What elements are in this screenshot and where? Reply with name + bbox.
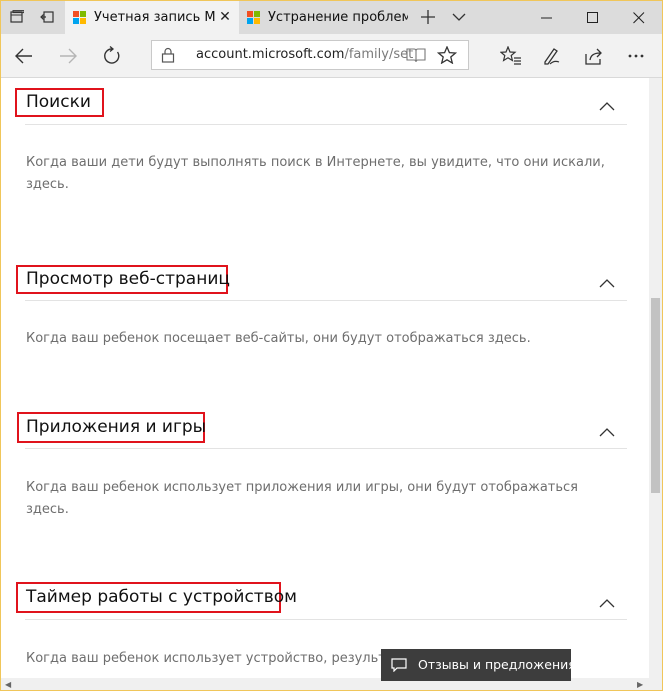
section-title: Поиски bbox=[26, 92, 91, 112]
set-aside-tabs-icon[interactable] bbox=[33, 1, 61, 34]
close-icon[interactable] bbox=[616, 1, 662, 34]
url-text: account.microsoft.com/family/set bbox=[196, 47, 414, 62]
chevron-up-icon[interactable] bbox=[599, 598, 615, 608]
address-bar[interactable]: account.microsoft.com/family/set bbox=[151, 40, 469, 70]
scroll-left-icon[interactable]: ◀ bbox=[5, 680, 11, 689]
chevron-up-icon[interactable] bbox=[599, 101, 615, 111]
chevron-up-icon[interactable] bbox=[599, 278, 615, 288]
back-icon[interactable] bbox=[7, 39, 41, 73]
maximize-icon[interactable] bbox=[570, 1, 616, 34]
navigation-bar: account.microsoft.com/family/set bbox=[1, 34, 662, 78]
feedback-button[interactable]: Отзывы и предложения bbox=[381, 649, 576, 681]
lock-icon bbox=[161, 47, 175, 63]
scrollbar-thumb[interactable] bbox=[651, 298, 660, 493]
close-tab-icon[interactable]: ✕ bbox=[217, 1, 233, 34]
favorites-hub-icon[interactable] bbox=[493, 39, 527, 73]
more-icon[interactable] bbox=[619, 39, 653, 73]
tab-list-icon[interactable] bbox=[3, 1, 31, 34]
browser-window: Учетная запись Ma ✕ Устранение проблемь bbox=[1, 1, 662, 690]
section-description: Когда ваши дети будут выполнять поиск в … bbox=[26, 155, 605, 192]
refresh-icon[interactable] bbox=[95, 39, 129, 73]
feedback-label: Отзывы и предложения bbox=[418, 657, 576, 672]
tab-title: Устранение проблемь bbox=[268, 10, 408, 25]
section-title: Приложения и игры bbox=[26, 417, 207, 437]
divider bbox=[25, 124, 627, 125]
tab-strip: Учетная запись Ma ✕ Устранение проблемь bbox=[1, 1, 662, 34]
microsoft-logo-icon bbox=[73, 11, 86, 24]
chat-bubble-icon bbox=[391, 658, 407, 672]
section-description: Когда ваш ребенок посещает веб-сайты, он… bbox=[26, 331, 531, 346]
divider bbox=[25, 448, 627, 449]
divider bbox=[25, 619, 627, 620]
chevron-up-icon[interactable] bbox=[599, 427, 615, 437]
section-title: Таймер работы с устройством bbox=[26, 587, 297, 607]
share-icon[interactable] bbox=[577, 39, 611, 73]
tab-troubleshooting[interactable]: Устранение проблемь bbox=[239, 1, 411, 34]
tab-title: Учетная запись Ma bbox=[94, 10, 216, 25]
vertical-scrollbar[interactable] bbox=[649, 78, 662, 678]
new-tab-icon[interactable] bbox=[414, 1, 442, 34]
section-description: Когда ваш ребенок использует приложения … bbox=[26, 480, 578, 517]
reading-view-icon[interactable] bbox=[406, 47, 426, 63]
web-note-icon[interactable] bbox=[535, 39, 569, 73]
microsoft-logo-icon bbox=[247, 11, 260, 24]
tab-preview-chevron-icon[interactable] bbox=[445, 1, 473, 34]
tab-account[interactable]: Учетная запись Ma ✕ bbox=[65, 1, 239, 34]
forward-icon bbox=[51, 39, 85, 73]
minimize-icon[interactable] bbox=[524, 1, 570, 34]
favorite-star-icon[interactable] bbox=[437, 46, 457, 64]
page-content: Поиски Когда ваши дети будут выполнять п… bbox=[1, 78, 649, 678]
section-title: Просмотр веб-страниц bbox=[26, 269, 230, 289]
scroll-right-icon[interactable]: ▶ bbox=[637, 680, 643, 689]
divider bbox=[25, 300, 627, 301]
